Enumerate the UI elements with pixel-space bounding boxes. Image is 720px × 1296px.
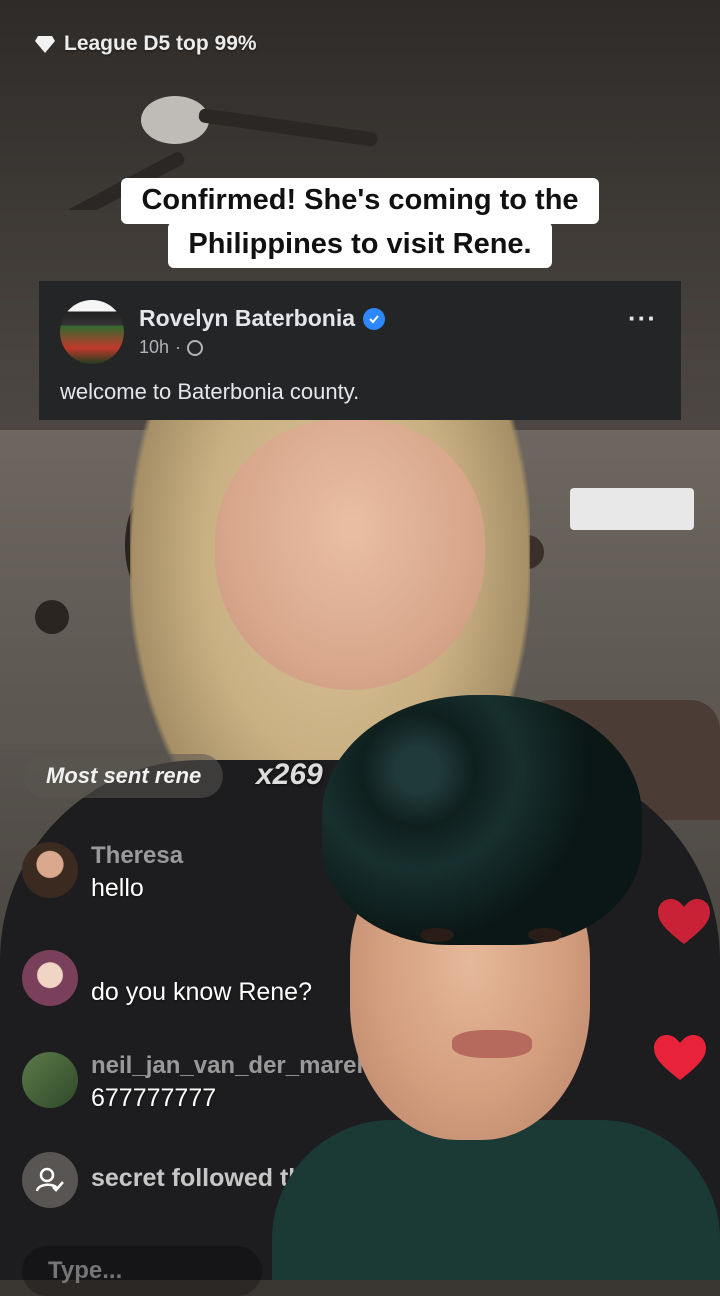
person-eye bbox=[420, 928, 454, 942]
gift-banner-label: Most sent rene bbox=[46, 763, 202, 788]
commenter-avatar[interactable] bbox=[22, 842, 78, 898]
caption-line-1: Confirmed! She's coming to the bbox=[121, 178, 599, 224]
post-text: welcome to Baterbonia county. bbox=[60, 379, 360, 404]
streamer-face bbox=[215, 420, 485, 690]
person-mouth bbox=[452, 1030, 532, 1058]
commenter-avatar[interactable] bbox=[22, 950, 78, 1006]
diamond-icon bbox=[35, 36, 55, 53]
commenter-name[interactable]: Theresa bbox=[91, 842, 183, 870]
person-shirt bbox=[272, 1120, 720, 1280]
follow-user-icon bbox=[22, 1152, 78, 1208]
post-time: 10h bbox=[139, 337, 170, 357]
reaction-overlay-person bbox=[272, 690, 720, 1280]
comment-input[interactable] bbox=[22, 1246, 262, 1296]
person-eye bbox=[528, 928, 562, 942]
meta-separator: · bbox=[175, 337, 182, 357]
most-sent-gift-banner[interactable]: Most sent rene bbox=[24, 754, 224, 798]
post-author-avatar bbox=[60, 300, 124, 364]
league-text: League D5 top 99% bbox=[64, 32, 257, 55]
facebook-post-screenshot: Rovelyn Baterbonia 10h · ··· welcome to … bbox=[39, 281, 681, 420]
person-hair bbox=[322, 695, 642, 945]
wall-decoration bbox=[35, 600, 69, 634]
globe-icon bbox=[187, 339, 204, 356]
post-meta: 10h · bbox=[139, 337, 204, 358]
comment-text: hello bbox=[91, 874, 144, 902]
air-conditioner bbox=[570, 488, 694, 530]
post-author: Rovelyn Baterbonia bbox=[139, 305, 385, 332]
comment-text: 677777777 bbox=[91, 1084, 217, 1112]
commenter-avatar[interactable] bbox=[22, 1052, 78, 1108]
caption-line-2: Philippines to visit Rene. bbox=[168, 222, 552, 268]
post-author-name: Rovelyn Baterbonia bbox=[139, 305, 355, 331]
league-badge[interactable]: League D5 top 99% bbox=[34, 32, 257, 56]
video-caption: Confirmed! She's coming to the Philippin… bbox=[0, 178, 720, 268]
more-options-icon: ··· bbox=[628, 303, 657, 333]
verified-badge-icon bbox=[363, 307, 385, 330]
